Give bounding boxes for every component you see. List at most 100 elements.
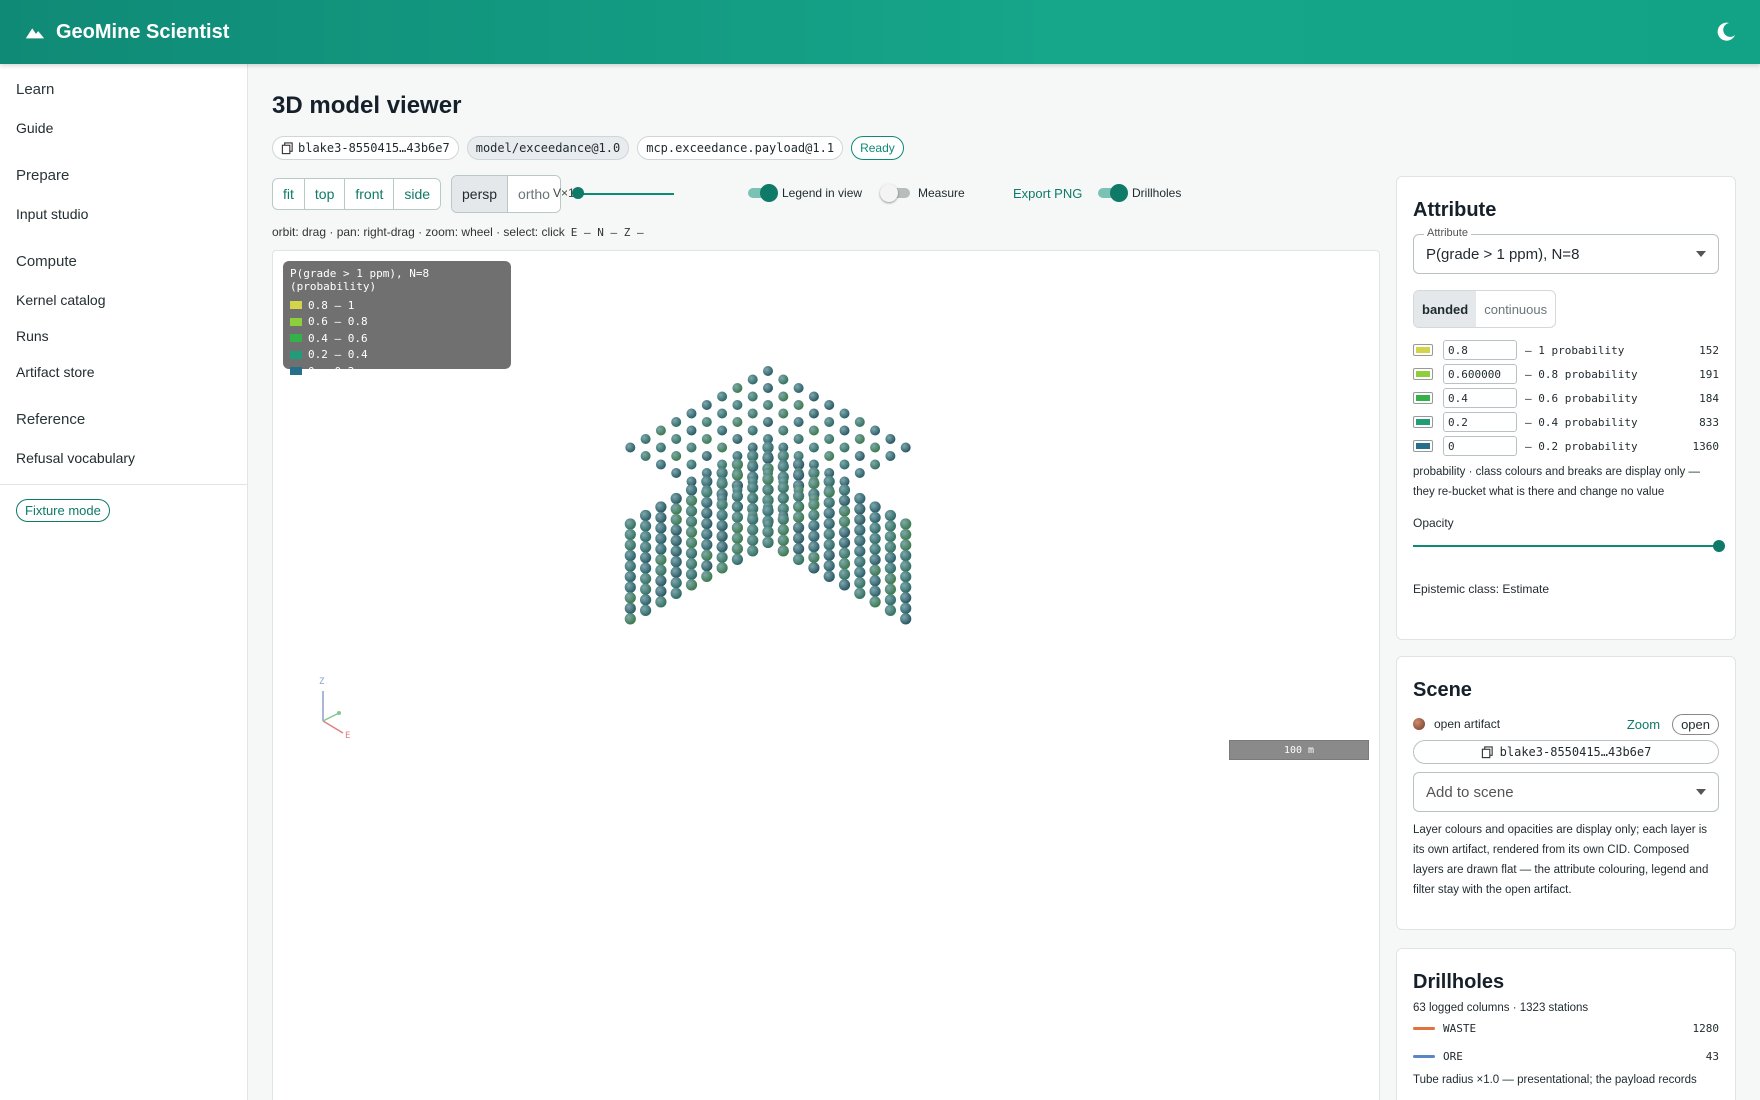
voxel-sphere[interactable] [670, 577, 682, 589]
voxel-sphere[interactable] [793, 543, 805, 555]
voxel-sphere[interactable] [824, 434, 835, 444]
voxel-sphere[interactable] [701, 507, 713, 519]
voxel-sphere[interactable] [823, 486, 835, 498]
voxel-sphere[interactable] [838, 494, 851, 507]
vertical-exaggeration-thumb[interactable] [572, 187, 584, 199]
voxel-sphere[interactable] [716, 509, 728, 521]
voxel-sphere[interactable] [900, 539, 912, 551]
voxel-sphere[interactable] [884, 583, 897, 595]
voxel-sphere[interactable] [640, 434, 651, 444]
voxel-sphere[interactable] [640, 583, 652, 595]
voxel-sphere[interactable] [716, 477, 728, 490]
voxel-sphere[interactable] [793, 532, 805, 544]
voxel-sphere[interactable] [624, 581, 636, 593]
nav-item-guide[interactable]: Guide [0, 110, 247, 146]
nav-item-artifact-store[interactable]: Artifact store [0, 354, 247, 390]
voxel-sphere[interactable] [747, 545, 759, 557]
voxel-sphere[interactable] [655, 543, 667, 555]
layer-colour-icon[interactable] [1413, 718, 1425, 730]
mode-continuous-button[interactable]: continuous [1476, 291, 1555, 327]
voxel-sphere[interactable] [869, 554, 881, 566]
voxel-sphere[interactable] [793, 490, 805, 502]
voxel-sphere[interactable] [808, 530, 820, 542]
voxel-sphere[interactable] [777, 513, 789, 525]
voxel-sphere[interactable] [900, 442, 911, 453]
voxel-sphere[interactable] [823, 518, 835, 530]
voxel-sphere[interactable] [655, 501, 667, 513]
voxel-sphere[interactable] [747, 513, 759, 525]
voxel-sphere[interactable] [732, 400, 743, 410]
voxel-sphere[interactable] [793, 434, 804, 444]
voxel-sphere[interactable] [670, 587, 682, 599]
voxel-sphere[interactable] [670, 524, 682, 536]
voxel-sphere[interactable] [900, 550, 912, 562]
voxel-sphere[interactable] [747, 524, 759, 536]
voxel-sphere[interactable] [671, 434, 682, 444]
view-front-button[interactable]: front [345, 179, 395, 209]
voxel-sphere[interactable] [793, 502, 804, 512]
voxel-sphere[interactable] [854, 587, 866, 599]
voxel-sphere[interactable] [686, 459, 697, 470]
voxel-sphere[interactable] [732, 383, 743, 393]
voxel-sphere[interactable] [686, 442, 697, 453]
dark-mode-moon-icon[interactable] [1714, 20, 1738, 44]
nav-item-input-studio[interactable]: Input studio [0, 196, 247, 232]
voxel-sphere[interactable] [808, 442, 819, 453]
voxel-sphere[interactable] [671, 468, 682, 478]
voxel-sphere[interactable] [717, 391, 728, 402]
voxel-sphere[interactable] [747, 534, 759, 546]
voxel-sphere[interactable] [701, 528, 713, 540]
voxel-sphere[interactable] [701, 539, 713, 551]
voxel-sphere[interactable] [701, 434, 712, 444]
voxel-sphere[interactable] [763, 383, 773, 393]
band-break-input[interactable]: 0.8 [1443, 340, 1517, 360]
opacity-thumb[interactable] [1713, 540, 1725, 552]
voxel-sphere[interactable] [778, 493, 789, 504]
voxel-sphere[interactable] [793, 469, 805, 481]
voxel-sphere[interactable] [885, 451, 896, 461]
voxel-sphere[interactable] [640, 594, 652, 606]
voxel-sphere[interactable] [900, 518, 912, 530]
voxel-sphere[interactable] [778, 408, 789, 419]
voxel-sphere[interactable] [824, 451, 835, 461]
band-break-input[interactable]: 0.4 [1443, 388, 1517, 408]
voxel-sphere[interactable] [777, 460, 789, 473]
drillhole-colour-line[interactable] [1413, 1054, 1435, 1058]
voxel-sphere[interactable] [869, 522, 881, 534]
voxel-sphere[interactable] [823, 539, 835, 551]
voxel-sphere[interactable] [731, 532, 743, 544]
voxel-sphere[interactable] [884, 541, 897, 553]
voxel-sphere[interactable] [838, 484, 851, 496]
projection-persp-button[interactable]: persp [452, 176, 509, 212]
voxel-sphere[interactable] [624, 539, 636, 551]
opacity-slider[interactable] [1413, 536, 1725, 556]
voxel-sphere[interactable] [869, 596, 881, 608]
voxel-sphere[interactable] [685, 505, 698, 517]
voxel-sphere[interactable] [701, 451, 712, 461]
nav-section-compute[interactable]: Compute [0, 240, 247, 282]
voxel-sphere[interactable] [869, 564, 881, 576]
voxel-sphere[interactable] [762, 452, 774, 464]
voxel-sphere[interactable] [670, 545, 682, 557]
voxel-sphere[interactable] [624, 528, 636, 541]
legend-in-view-toggle[interactable]: Legend in view [748, 184, 862, 202]
voxel-sphere[interactable] [670, 503, 682, 515]
voxel-sphere[interactable] [655, 564, 667, 576]
fixture-mode-chip[interactable]: Fixture mode [16, 499, 110, 522]
band-colour-swatch[interactable] [1413, 392, 1433, 404]
voxel-sphere[interactable] [747, 374, 758, 385]
voxel-sphere[interactable] [670, 492, 682, 505]
voxel-sphere[interactable] [671, 451, 682, 461]
voxel-sphere[interactable] [640, 451, 651, 461]
voxel-sphere[interactable] [793, 511, 805, 523]
voxel-sphere[interactable] [763, 366, 773, 376]
voxel-sphere[interactable] [686, 408, 697, 419]
3d-viewport[interactable]: P(grade > 1 ppm), N=8 (probability) 0.8 … [272, 250, 1380, 1100]
measure-toggle[interactable]: Measure [880, 184, 965, 202]
voxel-sphere[interactable] [701, 496, 713, 509]
add-to-scene-select[interactable]: Add to scene [1413, 772, 1719, 812]
voxel-sphere[interactable] [854, 535, 866, 547]
voxel-sphere[interactable] [655, 425, 666, 436]
band-break-input[interactable]: 0 [1443, 436, 1517, 456]
voxel-sphere[interactable] [884, 552, 897, 564]
